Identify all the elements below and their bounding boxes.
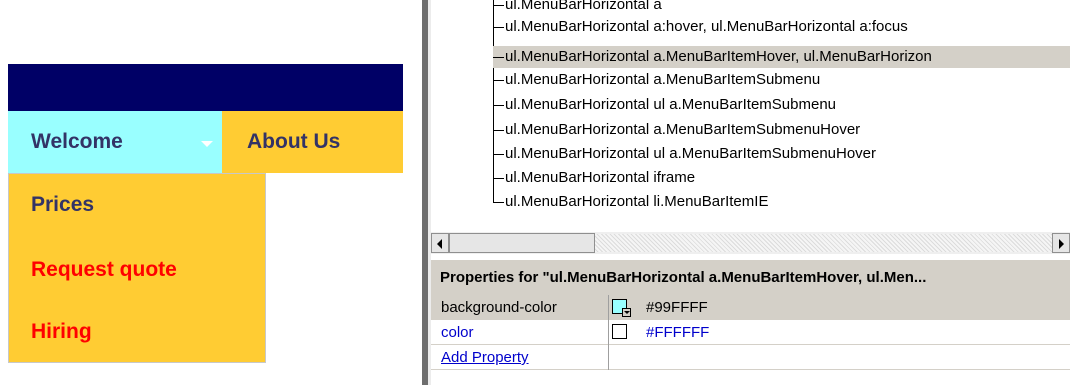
color-picker-dropdown-icon[interactable] bbox=[622, 308, 631, 317]
menu-item-welcome-label: Welcome bbox=[31, 130, 123, 153]
submenu-item-hiring[interactable]: Hiring bbox=[31, 320, 92, 344]
css-rule-item[interactable]: ul.MenuBarHorizontal a.MenuBarItemSubmen… bbox=[493, 119, 1070, 141]
css-rule-item-selected[interactable]: ul.MenuBarHorizontal a.MenuBarItemHover,… bbox=[493, 46, 1070, 68]
arrow-left-icon bbox=[437, 239, 442, 249]
submenu-item-request-quote[interactable]: Request quote bbox=[31, 258, 177, 282]
arrow-right-icon bbox=[1059, 239, 1064, 249]
chevron-down-icon bbox=[201, 141, 213, 147]
css-rule-item[interactable]: ul.MenuBarHorizontal iframe bbox=[493, 167, 1070, 189]
column-separator bbox=[608, 295, 609, 320]
css-rule-item[interactable]: ul.MenuBarHorizontal a.MenuBarItemSubmen… bbox=[493, 69, 1070, 91]
css-rule-item[interactable]: ul.MenuBarHorizontal a:hover, ul.MenuBar… bbox=[493, 16, 1070, 38]
css-rule-item[interactable]: ul.MenuBarHorizontal li.MenuBarItemIE bbox=[493, 191, 1070, 213]
column-separator bbox=[608, 345, 609, 370]
submenu-item-prices[interactable]: Prices bbox=[31, 193, 94, 217]
property-row-add[interactable]: Add Property bbox=[431, 345, 1070, 370]
css-rule-item[interactable]: ul.MenuBarHorizontal ul a.MenuBarItemSub… bbox=[493, 143, 1070, 165]
column-separator bbox=[608, 320, 609, 345]
properties-table: background-color #99FFFF color #FFFFFF A… bbox=[431, 295, 1070, 385]
css-rule-item[interactable]: ul.MenuBarHorizontal a bbox=[493, 0, 1070, 16]
menubar: Welcome About Us bbox=[8, 111, 403, 173]
scroll-thumb[interactable] bbox=[449, 233, 595, 253]
property-value[interactable]: #99FFFF bbox=[646, 295, 708, 320]
scroll-left-button[interactable] bbox=[431, 233, 449, 253]
color-swatch[interactable] bbox=[612, 324, 627, 339]
property-row-color[interactable]: color #FFFFFF bbox=[431, 320, 1070, 345]
css-rule-item[interactable]: ul.MenuBarHorizontal ul a.MenuBarItemSub… bbox=[493, 94, 1070, 116]
property-name: background-color bbox=[441, 299, 557, 316]
menu-item-welcome[interactable]: Welcome bbox=[8, 111, 222, 173]
css-rule-tree: ul.MenuBarHorizontal a ul.MenuBarHorizon… bbox=[431, 0, 1070, 228]
css-rules-panel: ul.MenuBarHorizontal a ul.MenuBarHorizon… bbox=[431, 0, 1070, 385]
horizontal-scrollbar[interactable] bbox=[431, 232, 1070, 254]
menu-item-about-label: About Us bbox=[247, 130, 341, 153]
menu-item-about[interactable]: About Us bbox=[222, 111, 403, 173]
submenu: Prices Request quote Hiring bbox=[8, 173, 266, 363]
properties-header: Properties for "ul.MenuBarHorizontal a.M… bbox=[431, 260, 1070, 295]
menu-top-bar bbox=[8, 64, 403, 111]
add-property-link[interactable]: Add Property bbox=[441, 345, 529, 370]
property-name: color bbox=[441, 324, 474, 341]
scroll-right-button[interactable] bbox=[1052, 233, 1070, 253]
property-value[interactable]: #FFFFFF bbox=[646, 320, 709, 345]
property-row-background-color[interactable]: background-color #99FFFF bbox=[431, 295, 1070, 320]
menu-preview: Welcome About Us Prices Request quote Hi… bbox=[0, 0, 420, 385]
